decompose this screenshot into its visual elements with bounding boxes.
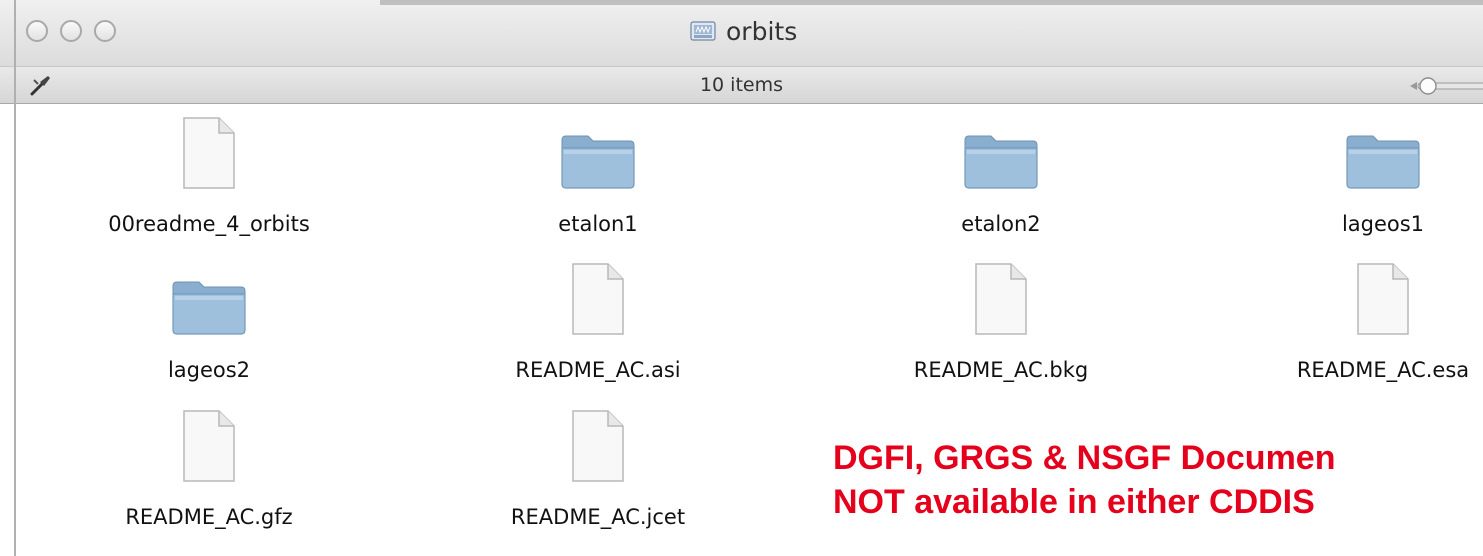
window-title-group: orbits	[690, 14, 797, 48]
file-name-label: README_AC.jcet	[510, 505, 686, 529]
document-icon	[183, 410, 235, 482]
window-title: orbits	[726, 16, 798, 46]
folder-item-lageos1[interactable]: lageos1	[1253, 110, 1483, 236]
folder-name-label: etalon1	[558, 212, 638, 236]
annotation-note: DGFI, GRGS & NSGF Documen NOT available …	[833, 436, 1483, 524]
file-name-label: README_AC.gfz	[125, 505, 293, 529]
file-item-readme-ac-bkg[interactable]: README_AC.bkg	[871, 256, 1131, 382]
file-item-readme-ac-asi[interactable]: README_AC.asi	[468, 256, 728, 382]
icon-size-slider[interactable]	[1408, 75, 1483, 97]
file-item-00readme-4-orbits[interactable]: 00readme_4_orbits	[79, 110, 339, 236]
minimize-window-button[interactable]	[60, 20, 82, 42]
folder-item-etalon1[interactable]: etalon1	[468, 110, 728, 236]
folder-icon	[561, 135, 635, 189]
folder-icon	[1346, 135, 1420, 189]
item-count-status: 10 items	[699, 74, 784, 96]
annotation-line-2: NOT available in either CDDIS	[833, 483, 1315, 521]
status-toolbar: 10 items	[0, 67, 1483, 104]
finder-window: orbits 10 items 00readme_4_orbits etalon…	[0, 0, 1483, 556]
file-name-label: README_AC.asi	[515, 358, 681, 382]
document-icon	[572, 263, 624, 335]
folder-icon	[964, 135, 1038, 189]
title-bar[interactable]: orbits	[0, 0, 1483, 67]
file-name-label: 00readme_4_orbits	[108, 212, 310, 236]
folder-name-label: etalon2	[961, 212, 1041, 236]
file-name-label: README_AC.esa	[1296, 358, 1470, 382]
file-item-readme-ac-jcet[interactable]: README_AC.jcet	[468, 403, 728, 529]
folder-name-label: lageos1	[1341, 212, 1425, 236]
window-top-border	[380, 0, 1483, 5]
file-name-label: README_AC.bkg	[913, 358, 1089, 382]
folder-item-etalon2[interactable]: etalon2	[871, 110, 1131, 236]
file-item-readme-ac-gfz[interactable]: README_AC.gfz	[79, 403, 339, 529]
server-volume-icon	[690, 21, 716, 41]
folder-icon	[172, 281, 246, 335]
document-icon	[572, 410, 624, 482]
close-window-button[interactable]	[26, 20, 48, 42]
document-icon	[1357, 263, 1409, 335]
document-icon	[975, 263, 1027, 335]
folder-item-lageos2[interactable]: lageos2	[79, 256, 339, 382]
annotation-line-1: DGFI, GRGS & NSGF Documen	[833, 439, 1336, 477]
file-item-readme-ac-esa[interactable]: README_AC.esa	[1253, 256, 1483, 382]
folder-name-label: lageos2	[167, 358, 251, 382]
zoom-window-button[interactable]	[94, 20, 116, 42]
document-icon	[183, 117, 235, 189]
